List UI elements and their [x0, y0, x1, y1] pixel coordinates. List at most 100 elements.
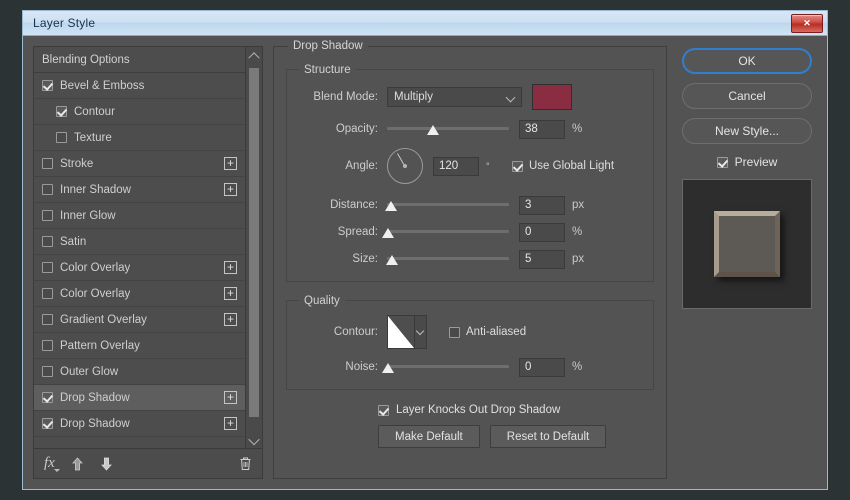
effect-row[interactable]: Contour: [34, 99, 245, 125]
add-effect-icon[interactable]: +: [224, 391, 237, 404]
anti-aliased-row[interactable]: Anti-aliased: [449, 326, 526, 338]
size-thumb[interactable]: [385, 255, 398, 265]
move-down-icon[interactable]: [100, 457, 113, 471]
effect-row[interactable]: Satin: [34, 229, 245, 255]
effect-label: Blending Options: [42, 53, 130, 66]
scrollbar-thumb[interactable]: [249, 68, 259, 417]
spread-unit: %: [572, 226, 583, 238]
effect-label: Drop Shadow: [60, 391, 130, 404]
effect-label: Satin: [60, 235, 87, 248]
effect-row[interactable]: Gradient Overlay +: [34, 307, 245, 333]
new-style-button[interactable]: New Style...: [682, 118, 812, 144]
effect-row[interactable]: Pattern Overlay: [34, 333, 245, 359]
opacity-thumb[interactable]: [427, 125, 440, 135]
ok-button[interactable]: OK: [682, 48, 812, 74]
make-default-button[interactable]: Make Default: [378, 425, 480, 448]
angle-label: Angle:: [345, 160, 378, 172]
preview-label: Preview: [734, 155, 778, 169]
noise-thumb[interactable]: [382, 363, 395, 373]
effect-row[interactable]: Outer Glow: [34, 359, 245, 385]
effect-checkbox[interactable]: [42, 262, 53, 273]
effect-checkbox[interactable]: [42, 314, 53, 325]
distance-slider[interactable]: [384, 198, 509, 212]
effect-checkbox[interactable]: [42, 366, 53, 377]
use-global-light-row[interactable]: Use Global Light: [512, 160, 614, 172]
scrollbar-track[interactable]: [246, 62, 262, 433]
layer-knockout-checkbox[interactable]: [378, 404, 389, 416]
angle-dial-hub: [403, 164, 407, 168]
effect-checkbox[interactable]: [42, 288, 53, 299]
layer-style-dialog: Layer Style ✕ Blending Options Bevel & Em…: [22, 10, 828, 490]
chevron-down-icon[interactable]: [414, 316, 426, 348]
noise-slider[interactable]: [382, 360, 509, 374]
effect-row[interactable]: Inner Shadow +: [34, 177, 245, 203]
add-effect-icon[interactable]: +: [224, 261, 237, 274]
effect-checkbox[interactable]: [42, 80, 53, 91]
effect-checkbox[interactable]: [42, 158, 53, 169]
effect-checkbox[interactable]: [42, 392, 53, 403]
effect-row[interactable]: Bevel & Emboss: [34, 73, 245, 99]
effect-label: Inner Shadow: [60, 183, 131, 196]
noise-unit: %: [572, 361, 583, 373]
opacity-row: Opacity: 38 %: [297, 119, 643, 139]
size-slider[interactable]: [385, 252, 509, 266]
preview-row[interactable]: Preview: [716, 155, 778, 169]
opacity-slider[interactable]: [387, 122, 509, 136]
fx-icon[interactable]: fx: [44, 455, 60, 472]
cancel-button[interactable]: Cancel: [682, 83, 812, 109]
preview-checkbox[interactable]: [716, 156, 728, 168]
effect-checkbox[interactable]: [56, 106, 67, 117]
size-input[interactable]: 5: [519, 249, 565, 269]
action-column: OK Cancel New Style... Preview: [677, 46, 817, 479]
contour-preset-picker[interactable]: [387, 315, 427, 349]
close-icon[interactable]: ✕: [791, 14, 823, 33]
move-up-icon[interactable]: [71, 456, 84, 471]
reset-to-default-button[interactable]: Reset to Default: [489, 425, 607, 448]
effect-row[interactable]: Color Overlay +: [34, 255, 245, 281]
add-effect-icon[interactable]: +: [224, 183, 237, 196]
effect-row[interactable]: Stroke +: [34, 151, 245, 177]
effects-list[interactable]: Blending Options Bevel & Emboss Contour Tex…: [34, 47, 246, 448]
size-label: Size:: [352, 253, 378, 265]
contour-preview: [388, 316, 414, 348]
effect-row[interactable]: Texture: [34, 125, 245, 151]
scroll-up-icon[interactable]: [246, 47, 262, 63]
layer-knockout-row[interactable]: Layer Knocks Out Drop Shadow: [378, 404, 654, 416]
effect-row[interactable]: Drop Shadow +: [34, 411, 245, 437]
preview-thumbnail: [682, 179, 812, 309]
angle-input[interactable]: 120: [433, 156, 479, 176]
noise-input[interactable]: 0: [519, 357, 565, 377]
distance-thumb[interactable]: [384, 201, 397, 211]
delete-icon[interactable]: [239, 456, 252, 471]
effect-label: Bevel & Emboss: [60, 79, 145, 92]
distance-input[interactable]: 3: [519, 195, 565, 215]
effect-row[interactable]: Blending Options: [34, 47, 245, 73]
effect-checkbox[interactable]: [42, 184, 53, 195]
spread-input[interactable]: 0: [519, 222, 565, 242]
effects-scrollbar[interactable]: [246, 47, 262, 448]
spread-label: Spread:: [337, 226, 378, 238]
use-global-light-checkbox[interactable]: [512, 160, 523, 172]
angle-dial[interactable]: [387, 148, 423, 184]
effect-checkbox[interactable]: [56, 132, 67, 143]
effect-checkbox[interactable]: [42, 418, 53, 429]
effect-checkbox[interactable]: [42, 210, 53, 221]
anti-aliased-checkbox[interactable]: [449, 326, 460, 338]
shadow-color-swatch[interactable]: [532, 84, 572, 110]
effect-row[interactable]: Color Overlay +: [34, 281, 245, 307]
opacity-input[interactable]: 38: [519, 119, 565, 139]
effect-row[interactable]: Drop Shadow +: [34, 385, 245, 411]
effect-row[interactable]: Inner Glow: [34, 203, 245, 229]
add-effect-icon[interactable]: +: [224, 287, 237, 300]
scroll-down-icon[interactable]: [246, 433, 262, 448]
effect-checkbox[interactable]: [42, 340, 53, 351]
spread-thumb[interactable]: [382, 228, 395, 238]
add-effect-icon[interactable]: +: [224, 313, 237, 326]
spread-slider[interactable]: [382, 225, 509, 239]
effect-label: Outer Glow: [60, 365, 119, 378]
effect-checkbox[interactable]: [42, 236, 53, 247]
add-effect-icon[interactable]: +: [224, 157, 237, 170]
effect-label: Color Overlay: [60, 287, 131, 300]
add-effect-icon[interactable]: +: [224, 417, 237, 430]
blend-mode-select[interactable]: Multiply: [387, 87, 522, 107]
